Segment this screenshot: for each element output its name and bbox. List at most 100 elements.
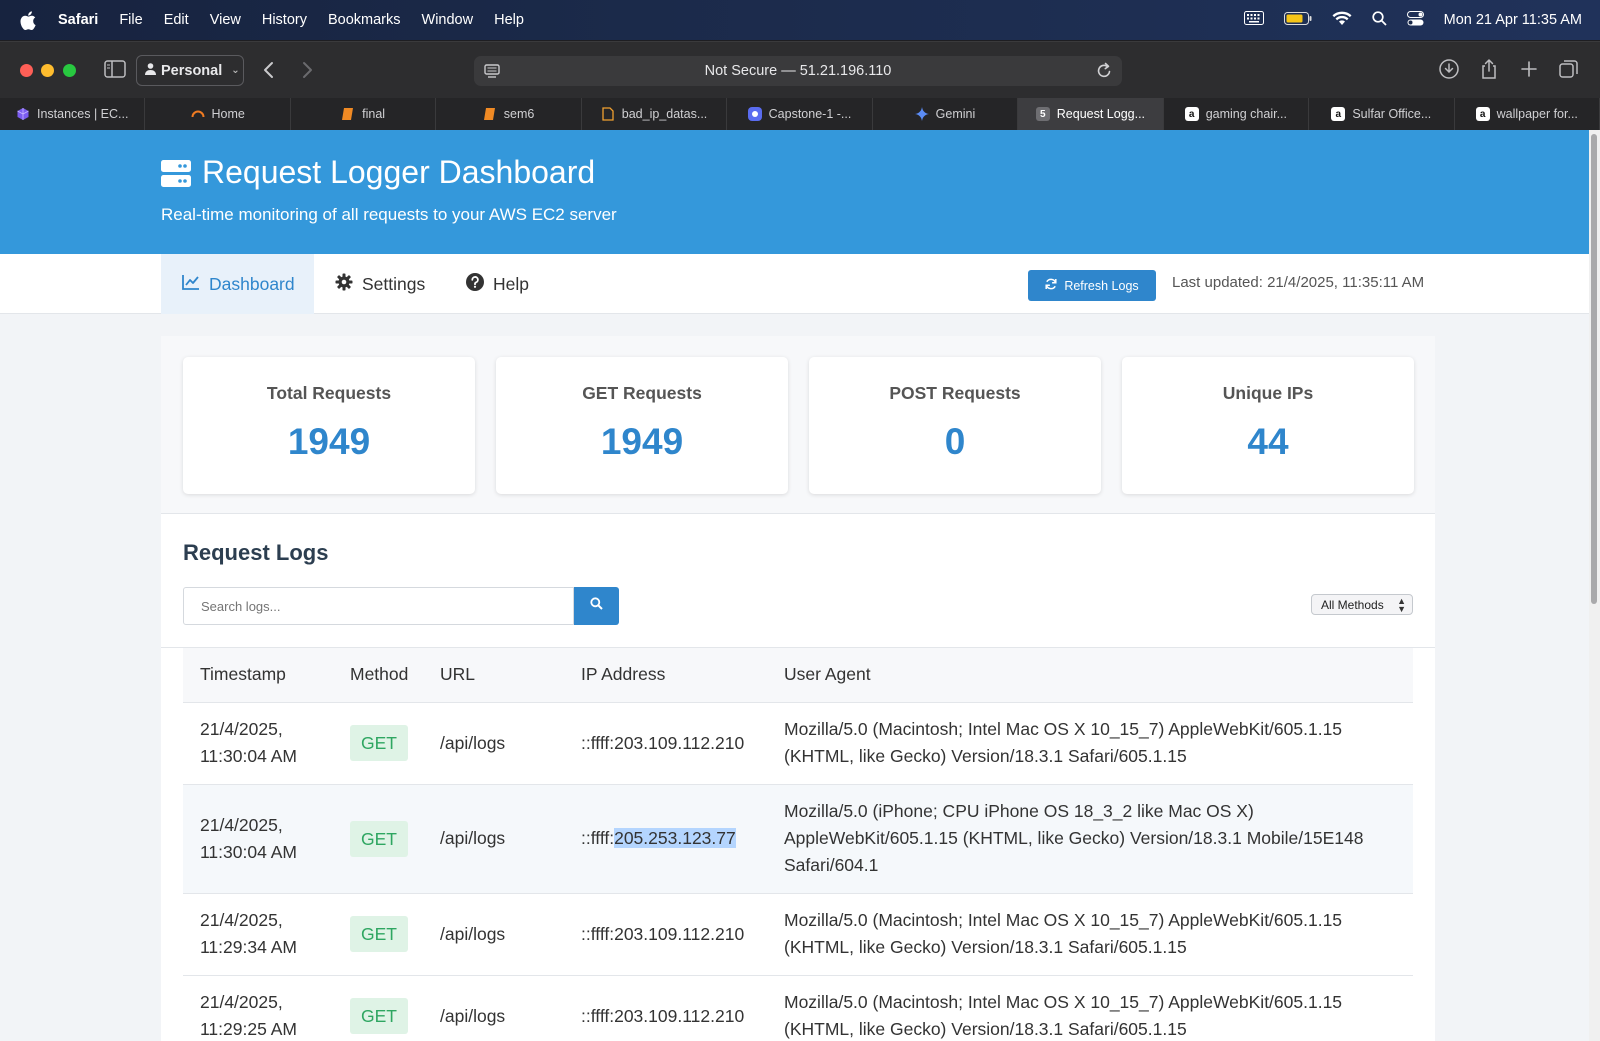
stat-card-total-requests: Total Requests 1949 [183,357,475,494]
share-icon[interactable] [1478,58,1500,80]
date-text: 21/4/2025, [200,814,283,835]
menu-bar-clock[interactable]: Mon 21 Apr 11:35 AM [1444,12,1582,28]
app-icon [747,107,762,121]
tab-label: sem6 [503,107,535,121]
minimize-window-button[interactable] [41,64,54,77]
tab-wallpaper[interactable]: a wallpaper for... [1455,98,1600,130]
tab-label: Capstone-1 -... [768,107,852,121]
close-window-button[interactable] [20,64,33,77]
ip-text: 203.109.112.210 [614,923,745,944]
stats-section: Total Requests 1949 GET Requests 1949 PO… [161,336,1435,514]
time-text: 11:30:04 AM [200,841,297,862]
menu-window[interactable]: Window [422,12,474,28]
menu-view[interactable]: View [210,12,241,28]
method-cell: GET [333,784,423,894]
tab-overview-icon[interactable] [1558,58,1580,80]
tab-final[interactable]: final [291,98,437,130]
column-header-timestamp[interactable]: Timestamp [183,648,333,703]
tab-gaming-chair[interactable]: a gaming chair... [1164,98,1310,130]
column-header-ip-address[interactable]: IP Address [564,648,767,703]
amazon-icon: a [1475,107,1490,121]
nav-help[interactable]: Help [466,254,529,314]
menu-history[interactable]: History [262,12,307,28]
refresh-logs-button[interactable]: Refresh Logs [1028,270,1156,301]
stat-card-unique-ips: Unique IPs 44 [1122,357,1414,494]
control-center-icon[interactable] [1406,10,1424,30]
ip-cell: ::ffff:203.109.112.210 [564,702,767,785]
tab-home[interactable]: Home [145,98,291,130]
sidebar-toggle-icon[interactable] [104,60,126,78]
tab-label: Gemini [935,107,976,121]
menu-help[interactable]: Help [494,12,524,28]
url-cell: /api/logs [423,975,564,1041]
select-arrows-icon: ▲ ▼ [1397,596,1406,614]
stat-label: GET Requests [582,383,702,403]
method-filter-value: All Methods [1321,597,1384,612]
keyboard-icon[interactable] [1243,11,1264,29]
search-icon [590,597,603,615]
refresh-logs-label: Refresh Logs [1064,278,1139,293]
page-subtitle: Real-time monitoring of all requests to … [161,205,617,224]
tab-instances-ec2[interactable]: Instances | EC... [0,98,146,130]
ip-cell: ::ffff:203.109.112.210 [564,893,767,976]
new-tab-plus-icon[interactable] [1518,58,1540,80]
table-row: 21/4/2025, 11:30:04 AM GET /api/logs ::ff… [183,784,1413,894]
ip-cell: ::ffff:205.253.123.77 [564,784,767,894]
amazon-icon: a [1184,107,1199,121]
downloads-icon[interactable] [1438,58,1460,80]
tab-sem6[interactable]: sem6 [436,98,582,130]
ip-text: 203.109.112.210 [614,1005,745,1026]
method-cell: GET [333,975,423,1041]
apple-icon[interactable] [20,10,38,30]
scrollbar-thumb[interactable] [1591,134,1597,604]
tab-capstone[interactable]: Capstone-1 -... [727,98,873,130]
tab-gemini[interactable]: Gemini [873,98,1019,130]
chevron-down-icon: ⌄ [231,65,240,76]
page-menu-icon[interactable] [484,63,500,83]
address-bar[interactable]: Not Secure — 51.21.196.110 [474,56,1122,86]
nav-settings-label: Settings [362,273,426,294]
column-header-method[interactable]: Method [333,648,423,703]
menu-bookmarks[interactable]: Bookmarks [328,12,401,28]
stat-card-get-requests: GET Requests 1949 [496,357,788,494]
column-header-url[interactable]: URL [423,648,564,703]
nav-settings[interactable]: Settings [335,254,425,314]
menu-edit[interactable]: Edit [164,12,189,28]
ip-prefix: ::ffff: [581,828,615,848]
menu-app-name[interactable]: Safari [58,12,98,28]
user-agent-cell: Mozilla/5.0 (Macintosh; Intel Mac OS X 1… [767,702,1413,785]
wifi-icon[interactable] [1332,11,1352,30]
tab-sulfar-office[interactable]: a Sulfar Office... [1309,98,1455,130]
page-scrollbar[interactable] [1589,130,1600,1041]
date-text: 21/4/2025, [200,910,283,930]
method-filter-select[interactable]: All Methods ▲ ▼ [1311,594,1413,615]
tab-label: final [362,107,386,121]
tab-label: gaming chair... [1205,107,1287,121]
spotlight-search-icon[interactable] [1371,10,1387,30]
profile-switcher[interactable]: Personal ⌄ [136,55,244,86]
battery-icon[interactable] [1283,11,1312,29]
stat-value: 44 [1247,421,1289,462]
tab-label: bad_ip_datas... [621,107,708,121]
reload-icon[interactable] [1096,62,1112,83]
column-header-user-agent[interactable]: User Agent [767,648,1413,703]
dashboard-header: Request Logger Dashboard Real-time monit… [0,130,1589,254]
request-logs-table: Timestamp Method URL IP Address User Age… [183,648,1413,1041]
method-cell: GET [333,893,423,976]
search-logs-input[interactable] [183,587,574,625]
server-icon [161,160,191,193]
time-text: 11:30:04 AM [200,746,297,766]
search-button[interactable] [574,587,619,625]
amazon-icon: a [1331,107,1346,121]
menu-file[interactable]: File [119,12,142,28]
nav-dashboard[interactable]: Dashboard [161,254,314,314]
stat-value: 1949 [600,421,684,462]
ip-text-selected: 205.253.123.77 [614,828,736,848]
forward-arrow-icon[interactable] [300,60,314,80]
back-arrow-icon[interactable] [262,60,276,80]
tab-bad-ip-dataset[interactable]: bad_ip_datas... [582,98,728,130]
user-agent-line: (KHTML, like Gecko) Version/18.3.1 Safar… [784,746,1187,766]
user-agent-line: Mozilla/5.0 (Macintosh; Intel Mac OS X 1… [784,719,1343,739]
zoom-window-button[interactable] [63,64,76,77]
tab-request-logger[interactable]: 5 Request Logg... [1018,98,1164,130]
